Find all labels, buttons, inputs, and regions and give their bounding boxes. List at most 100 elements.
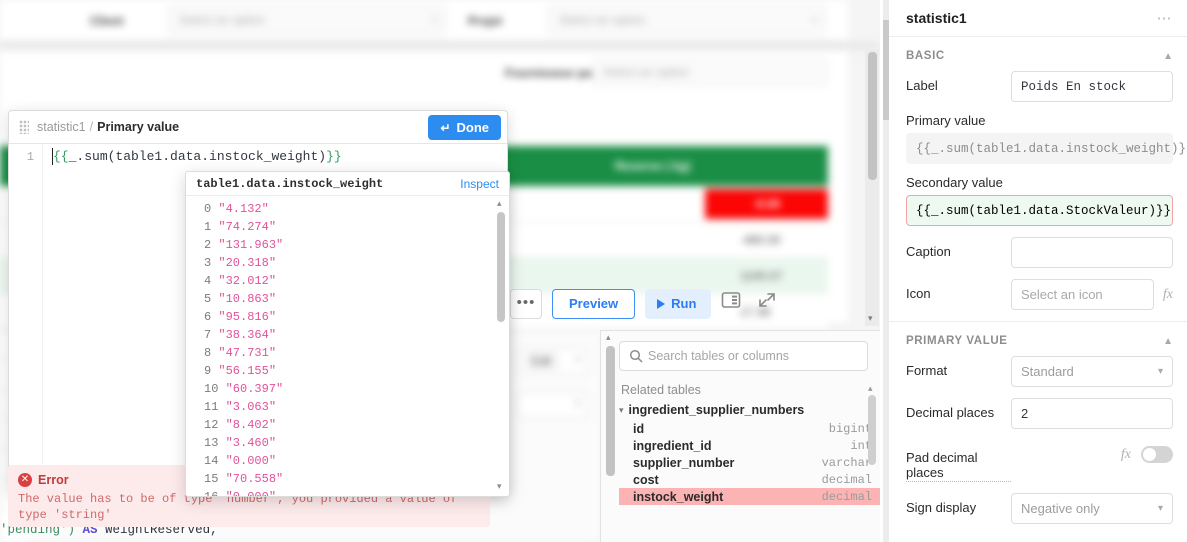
secondary-dropdown[interactable]: ▾ xyxy=(518,392,588,418)
decimal-places-input[interactable]: 2 xyxy=(1011,398,1173,429)
sign-display-select[interactable]: Negative only ▾ xyxy=(1011,493,1173,524)
primary-value-input[interactable]: {{_.sum(table1.data.instock_weight)}} xyxy=(906,133,1187,164)
value-text: "38.364" xyxy=(218,328,277,342)
done-button[interactable]: ↵ Done xyxy=(428,115,501,140)
center-scrollbar[interactable]: ▾ xyxy=(865,50,879,326)
background-gap xyxy=(0,42,880,50)
filter-select-projet[interactable]: Select an option ▾ xyxy=(548,6,826,34)
field-label-format: Format xyxy=(906,363,948,378)
fx-icon[interactable]: fx xyxy=(1163,287,1173,303)
edit-dropdown[interactable]: Edit ▾ xyxy=(518,348,588,374)
subfilter-select[interactable]: Select an option xyxy=(592,58,828,86)
field-label-caption: Caption xyxy=(906,244,951,259)
value-text: "95.816" xyxy=(218,310,277,324)
table-header-cell: Reserve ( kg) xyxy=(615,159,691,173)
done-button-label: Done xyxy=(456,120,490,135)
value-text: "60.397" xyxy=(225,382,284,396)
expand-diagonal-icon[interactable] xyxy=(757,291,783,317)
preview-button[interactable]: Preview xyxy=(552,289,636,319)
chevron-down-icon: ▾ xyxy=(575,354,580,364)
play-icon xyxy=(657,299,666,309)
column-row-id[interactable]: id bigint xyxy=(619,420,880,437)
column-row-cost[interactable]: cost decimal xyxy=(619,471,880,488)
code-line-1[interactable]: {{_.sum(table1.data.instock_weight)}} xyxy=(53,149,342,164)
more-options-button[interactable]: ••• xyxy=(510,289,542,319)
tables-list-scrollbar[interactable]: ▴ xyxy=(867,383,877,538)
center-scrollbar-thumb[interactable] xyxy=(868,52,877,180)
tables-list-scrollbar-thumb[interactable] xyxy=(868,395,876,465)
drag-handle-icon[interactable] xyxy=(19,120,29,134)
inspector-scrollbar[interactable] xyxy=(883,0,889,542)
section-header-primary-value[interactable]: PRIMARY VALUE ▲ xyxy=(889,322,1187,356)
value-row: 2 "131.963" xyxy=(186,238,509,256)
field-label-icon: Icon xyxy=(906,286,931,301)
chevron-up-icon[interactable]: ▲ xyxy=(1163,51,1173,62)
chevron-up-icon[interactable]: ▲ xyxy=(1163,336,1173,347)
search-icon xyxy=(629,349,643,363)
search-input[interactable]: Search tables or columns xyxy=(619,341,868,371)
column-type: bigint xyxy=(828,421,872,436)
column-name: cost xyxy=(633,472,659,487)
pad-decimal-toggle[interactable] xyxy=(1141,446,1173,463)
icon-input[interactable]: Select an icon xyxy=(1011,279,1154,310)
value-row: 9 "56.155" xyxy=(186,364,509,382)
column-row-instock-weight[interactable]: instock_weight decimal xyxy=(619,488,880,505)
filter-select-client[interactable]: Select an option ▾ xyxy=(168,6,446,34)
chevron-up-icon[interactable]: ▴ xyxy=(606,332,611,343)
line-number: 1 xyxy=(26,150,34,164)
chevron-down-icon[interactable]: ▾ xyxy=(497,481,502,492)
value-row: 15 "70.558" xyxy=(186,472,509,490)
value-index: 13 xyxy=(204,436,219,450)
table-node-label: ingredient_supplier_numbers xyxy=(628,403,805,417)
chevron-down-icon: ▾ xyxy=(575,398,580,408)
app-window: Client Select an option ▾ Projet Select … xyxy=(0,0,1187,542)
section-header-basic[interactable]: BASIC ▲ xyxy=(889,37,1187,71)
value-index: 11 xyxy=(204,400,219,414)
background-subfilter-row: Fournisseur pa Select an option xyxy=(0,50,848,96)
chevron-up-icon[interactable]: ▴ xyxy=(868,383,873,394)
value-index: 14 xyxy=(204,454,219,468)
fx-icon[interactable]: fx xyxy=(1121,447,1131,463)
value-index: 16 xyxy=(204,490,218,496)
related-tables-label: Related tables xyxy=(621,383,701,397)
field-label-primary-value: Primary value xyxy=(906,113,986,128)
inspect-link[interactable]: Inspect xyxy=(460,177,499,191)
column-row-supplier-number[interactable]: supplier_number varchar xyxy=(619,454,880,471)
column-row-ingredient-id[interactable]: ingredient_id int xyxy=(619,437,880,454)
chevron-down-icon: ▾ xyxy=(432,15,437,25)
inspector-scrollbar-thumb[interactable] xyxy=(883,20,889,120)
value-row: 8 "47.731" xyxy=(186,346,509,364)
column-name: ingredient_id xyxy=(633,438,712,453)
value-row: 10 "60.397" xyxy=(186,382,509,400)
value-row: 0 "4.132" xyxy=(186,202,509,220)
value-preview-path: table1.data.instock_weight xyxy=(196,176,384,191)
editor-run-toolbar: ••• Preview Run xyxy=(510,282,880,326)
field-row-label: Label Poids En stock xyxy=(889,71,1187,102)
table-node-ingredient-supplier-numbers[interactable]: ▾ ingredient_supplier_numbers xyxy=(619,401,880,420)
tables-panel-scrollbar-thumb[interactable] xyxy=(606,346,615,476)
value-preview-list[interactable]: 0 "4.132" 1 "74.274" 2 "131.963" 3 "20.3… xyxy=(186,196,509,496)
label-input[interactable]: Poids En stock xyxy=(1011,71,1173,102)
section-label-basic: BASIC xyxy=(906,50,945,62)
field-row-format: Format Standard ▾ xyxy=(889,356,1187,387)
chevron-down-icon[interactable]: ▾ xyxy=(868,313,873,324)
filter-label-client: Client xyxy=(90,14,124,28)
value-row: 12 "8.402" xyxy=(186,418,509,436)
chevron-up-icon[interactable]: ▴ xyxy=(497,198,502,209)
caption-input[interactable] xyxy=(1011,237,1173,268)
sidebar-toggle-icon[interactable] xyxy=(721,291,747,317)
value-preview-scrollbar[interactable]: ▴ ▾ xyxy=(496,198,506,494)
format-select[interactable]: Standard ▾ xyxy=(1011,356,1173,387)
breadcrumb-separator: / xyxy=(89,120,94,134)
value-text: "8.402" xyxy=(225,418,277,432)
tables-panel-scrollbar[interactable]: ▴ xyxy=(605,332,616,540)
column-name: instock_weight xyxy=(633,489,724,504)
field-label-label: Label xyxy=(906,78,938,93)
column-name: id xyxy=(633,421,645,436)
value-preview-scrollbar-thumb[interactable] xyxy=(497,212,505,322)
table-cell-highlighted-value: -0.00 xyxy=(753,197,781,211)
chevron-down-icon[interactable]: ▾ xyxy=(619,405,624,416)
ellipsis-icon[interactable]: ⋯ xyxy=(1157,9,1174,27)
secondary-value-input[interactable]: {{_.sum(table1.data.StockValeur)}} xyxy=(906,195,1173,226)
run-button[interactable]: Run xyxy=(645,289,712,319)
